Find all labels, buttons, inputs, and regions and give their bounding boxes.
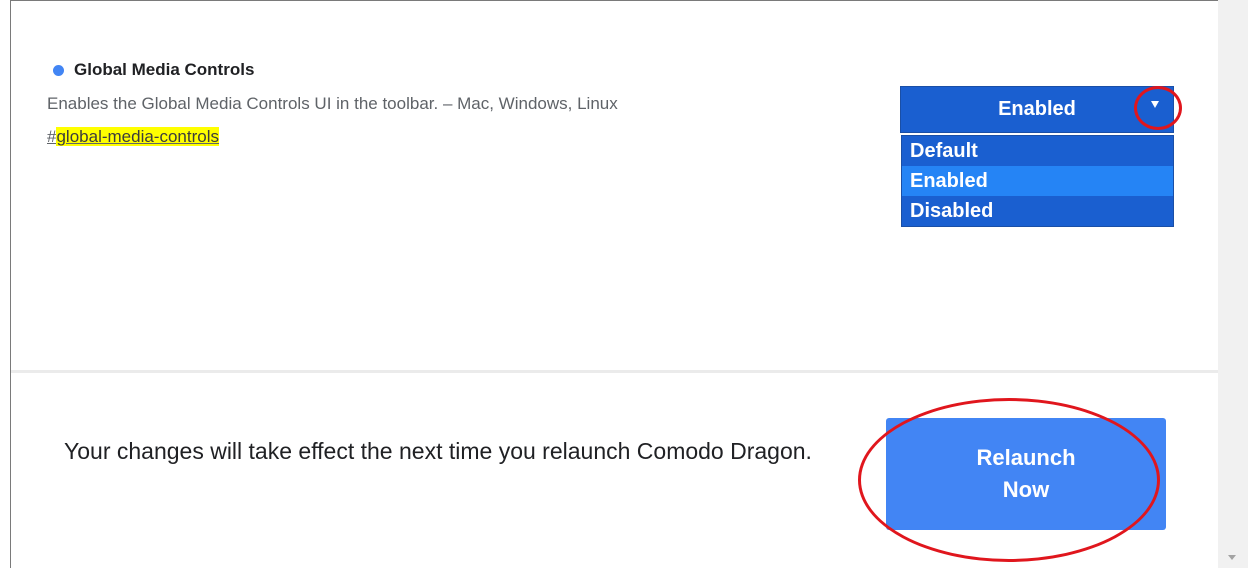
select-value: Enabled [998,98,1076,120]
annotation-circle-caret [1134,86,1182,130]
scroll-down-arrow-icon[interactable] [1228,555,1236,560]
relaunch-message: Your changes will take effect the next t… [64,438,812,464]
flag-entry: Global Media Controls Enables the Global… [47,60,853,147]
select-options-list[interactable]: Default Enabled Disabled [901,135,1174,227]
section-divider [11,370,1218,373]
option-enabled[interactable]: Enabled [902,166,1173,196]
annotation-circle-relaunch [858,398,1160,562]
flag-title: Global Media Controls [74,60,255,79]
flag-title-row: Global Media Controls [53,60,853,80]
vertical-scrollbar[interactable] [1218,0,1248,568]
flag-state-select[interactable]: Enabled [900,86,1174,133]
option-disabled[interactable]: Disabled [902,196,1173,226]
flag-anchor-text[interactable]: global-media-controls [56,127,219,146]
blue-dot-icon [53,64,64,76]
flag-anchor-link[interactable]: #global-media-controls [47,127,853,147]
option-default[interactable]: Default [902,136,1173,166]
flag-description: Enables the Global Media Controls UI in … [47,94,618,113]
